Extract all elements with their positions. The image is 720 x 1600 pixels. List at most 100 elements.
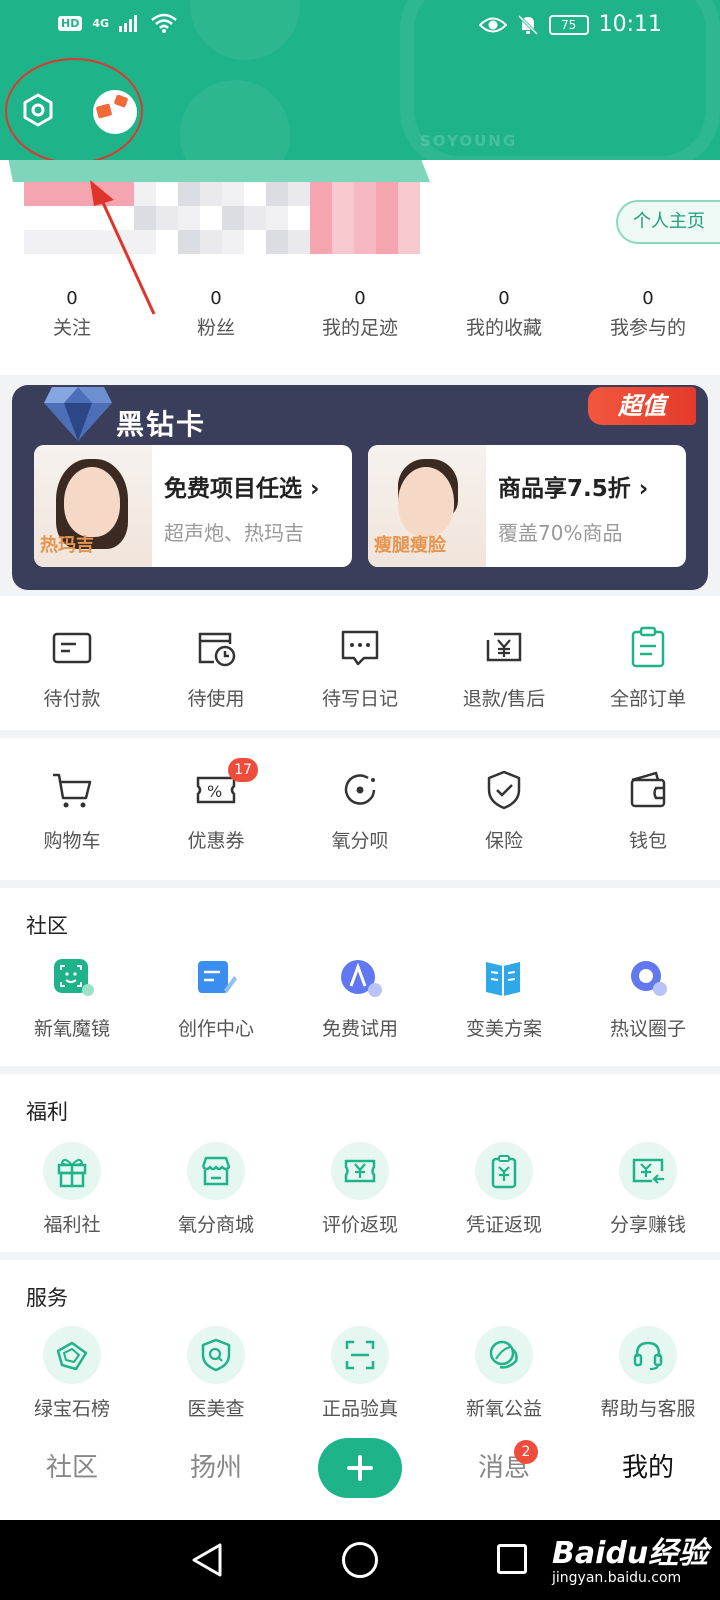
authenticity-check-entry[interactable]: 正品验真 bbox=[288, 1326, 432, 1421]
coupon-count-badge: 17 bbox=[228, 758, 258, 782]
wifi-icon bbox=[151, 13, 177, 33]
brand-watermark: SOYOUNG bbox=[420, 132, 518, 150]
home-icon[interactable] bbox=[342, 1542, 378, 1578]
welfare-title: 福利 bbox=[26, 1100, 68, 1124]
cart-entry[interactable]: 购物车 bbox=[0, 768, 144, 853]
oxygen-mall-entry[interactable]: 氧分商城 bbox=[144, 1142, 288, 1237]
vip-card-title: 黑钻卡 bbox=[116, 408, 207, 441]
profile-header: SOYOUNG HD 4G 75 10:11 bbox=[0, 0, 720, 178]
ticket-yen-icon bbox=[344, 1159, 376, 1183]
svg-text:%: % bbox=[207, 782, 222, 801]
gem-icon bbox=[56, 1341, 88, 1371]
personal-homepage-button[interactable]: 个人主页 bbox=[616, 200, 720, 244]
vip-value-badge: 超值 bbox=[588, 387, 696, 425]
clock-icon bbox=[198, 632, 236, 667]
store-icon bbox=[201, 1156, 231, 1186]
eye-icon bbox=[478, 17, 507, 32]
vip-free-project-item[interactable]: 热玛吉 免费项目任选 › 超声炮、热玛吉 bbox=[34, 445, 352, 567]
tab-community[interactable]: 社区 bbox=[0, 1420, 144, 1520]
tab-publish[interactable] bbox=[288, 1420, 432, 1520]
wallet-icon bbox=[630, 771, 666, 808]
beauty-plan-entry[interactable]: 变美方案 bbox=[432, 956, 576, 1041]
vip-item-subtitle: 覆盖70%商品 bbox=[498, 521, 623, 545]
back-icon[interactable] bbox=[190, 1542, 224, 1578]
card-icon bbox=[52, 632, 92, 664]
profile-banner-strip bbox=[8, 160, 430, 182]
status-bar: HD 4G 75 10:11 bbox=[0, 0, 720, 52]
scan-icon bbox=[345, 1340, 375, 1370]
trial-icon bbox=[341, 960, 382, 997]
services-title: 服务 bbox=[26, 1286, 68, 1310]
document-edit-icon bbox=[198, 961, 237, 993]
services-section: 服务 绿宝石榜 医美查 正品验真 新氧公益 帮助与客服 bbox=[0, 1260, 720, 1420]
vip-photo: 热玛吉 bbox=[34, 445, 152, 567]
vip-discount-item[interactable]: 瘦腿瘦脸 商品享7.5折 › 覆盖70%商品 bbox=[368, 445, 686, 567]
black-diamond-card[interactable]: 黑钻卡 超值 热玛吉 免费项目任选 › 超声炮、热玛吉 瘦腿瘦脸 商品享7.5折… bbox=[12, 385, 708, 590]
hd-indicator: HD bbox=[58, 15, 83, 31]
diamond-icon bbox=[44, 387, 112, 441]
vip-photo: 瘦腿瘦脸 bbox=[368, 445, 486, 567]
order-write-diary[interactable]: 待写日记 bbox=[288, 626, 432, 711]
tools-section: 购物车 % 17 优惠券 氧分呗 保险 钱包 bbox=[0, 738, 720, 880]
emerald-ranking-entry[interactable]: 绿宝石榜 bbox=[0, 1326, 144, 1421]
vip-item-subtitle: 超声炮、热玛吉 bbox=[164, 521, 304, 545]
tab-messages[interactable]: 消息 2 bbox=[432, 1420, 576, 1520]
oxygen-icon bbox=[344, 774, 376, 805]
share-earn-entry[interactable]: 分享赚钱 bbox=[576, 1142, 720, 1237]
battery-indicator: 75 bbox=[548, 14, 589, 35]
stat-footprints[interactable]: 0 我的足迹 bbox=[288, 288, 432, 340]
shield-icon bbox=[487, 770, 521, 810]
order-to-use[interactable]: 待使用 bbox=[144, 626, 288, 711]
insurance-entry[interactable]: 保险 bbox=[432, 768, 576, 853]
welfare-section: 福利 福利社 氧分商城 评价返现 凭证返现 分享赚钱 bbox=[0, 1074, 720, 1252]
clock: 10:11 bbox=[598, 12, 662, 37]
charity-icon bbox=[489, 1340, 518, 1369]
annotation-circle bbox=[5, 58, 143, 164]
stat-participated[interactable]: 0 我参与的 bbox=[576, 288, 720, 340]
headset-icon bbox=[633, 1341, 663, 1371]
hot-circle-entry[interactable]: 热议圈子 bbox=[576, 956, 720, 1041]
magic-mirror-entry[interactable]: 新氧魔镜 bbox=[0, 956, 144, 1041]
orders-section: 待付款 待使用 待写日记 退款/售后 全部订单 bbox=[0, 596, 720, 730]
book-icon bbox=[486, 962, 520, 996]
tab-city[interactable]: 扬州 bbox=[144, 1420, 288, 1520]
order-pending-payment[interactable]: 待付款 bbox=[0, 626, 144, 711]
creation-center-entry[interactable]: 创作中心 bbox=[144, 956, 288, 1041]
help-support-entry[interactable]: 帮助与客服 bbox=[576, 1326, 720, 1421]
search-shield-icon bbox=[201, 1338, 231, 1372]
order-all[interactable]: 全部订单 bbox=[576, 626, 720, 711]
plus-icon[interactable] bbox=[318, 1438, 402, 1498]
message-icon bbox=[341, 630, 379, 666]
messages-badge: 2 bbox=[514, 1440, 538, 1464]
refund-icon bbox=[486, 632, 522, 662]
free-trial-entry[interactable]: 免费试用 bbox=[288, 956, 432, 1041]
stat-favorites[interactable]: 0 我的收藏 bbox=[432, 288, 576, 340]
baidu-watermark: Baidu经验 jingyan.baidu.com bbox=[552, 1536, 709, 1586]
welfare-club-entry[interactable]: 福利社 bbox=[0, 1142, 144, 1237]
share-money-icon bbox=[632, 1158, 664, 1184]
mute-bell-icon bbox=[517, 14, 538, 35]
review-cashback-entry[interactable]: 评价返现 bbox=[288, 1142, 432, 1237]
signal-icon bbox=[119, 15, 138, 32]
oxygen-pay-entry[interactable]: 氧分呗 bbox=[288, 768, 432, 853]
network-type: 4G bbox=[92, 16, 110, 30]
charity-entry[interactable]: 新氧公益 bbox=[432, 1326, 576, 1421]
tab-me[interactable]: 我的 bbox=[576, 1420, 720, 1520]
voucher-cashback-entry[interactable]: 凭证返现 bbox=[432, 1142, 576, 1237]
gift-icon bbox=[57, 1159, 87, 1188]
clipboard-icon bbox=[631, 626, 665, 668]
wallet-entry[interactable]: 钱包 bbox=[576, 768, 720, 853]
community-title: 社区 bbox=[26, 914, 68, 938]
stat-followers[interactable]: 0 粉丝 bbox=[144, 288, 288, 340]
coupon-entry[interactable]: % 17 优惠券 bbox=[144, 758, 288, 853]
cart-icon bbox=[53, 773, 92, 808]
order-refund[interactable]: 退款/售后 bbox=[432, 626, 576, 711]
medical-check-entry[interactable]: 医美查 bbox=[144, 1326, 288, 1421]
annotation-arrow bbox=[90, 180, 156, 315]
community-section: 社区 新氧魔镜 创作中心 免费试用 变美方案 热议圈子 bbox=[0, 888, 720, 1066]
vip-item-title: 免费项目任选 › bbox=[164, 476, 320, 502]
circle-icon bbox=[631, 961, 667, 996]
system-nav-bar: Baidu经验 jingyan.baidu.com bbox=[0, 1520, 720, 1600]
receipt-yen-icon bbox=[491, 1155, 517, 1189]
recent-apps-icon[interactable] bbox=[497, 1544, 527, 1574]
